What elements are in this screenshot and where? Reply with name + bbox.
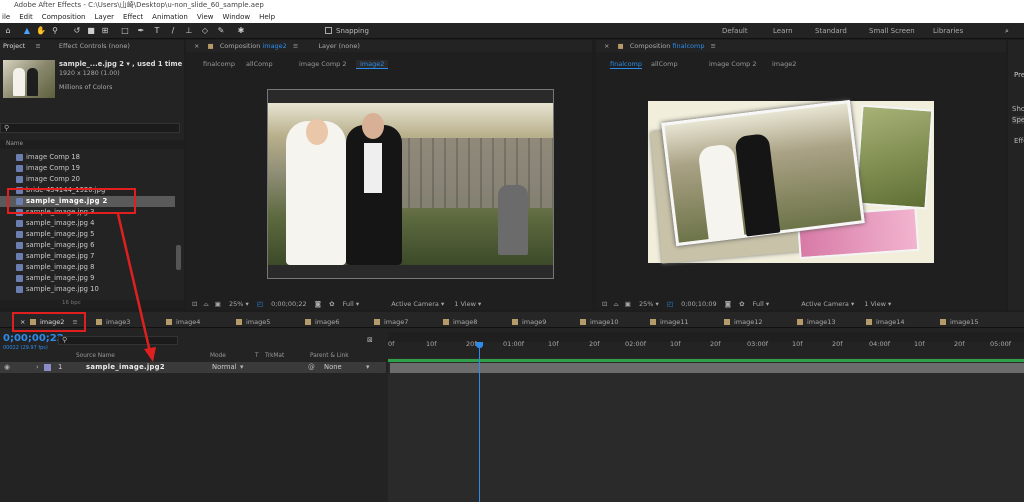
annotation-arrow	[116, 213, 156, 362]
